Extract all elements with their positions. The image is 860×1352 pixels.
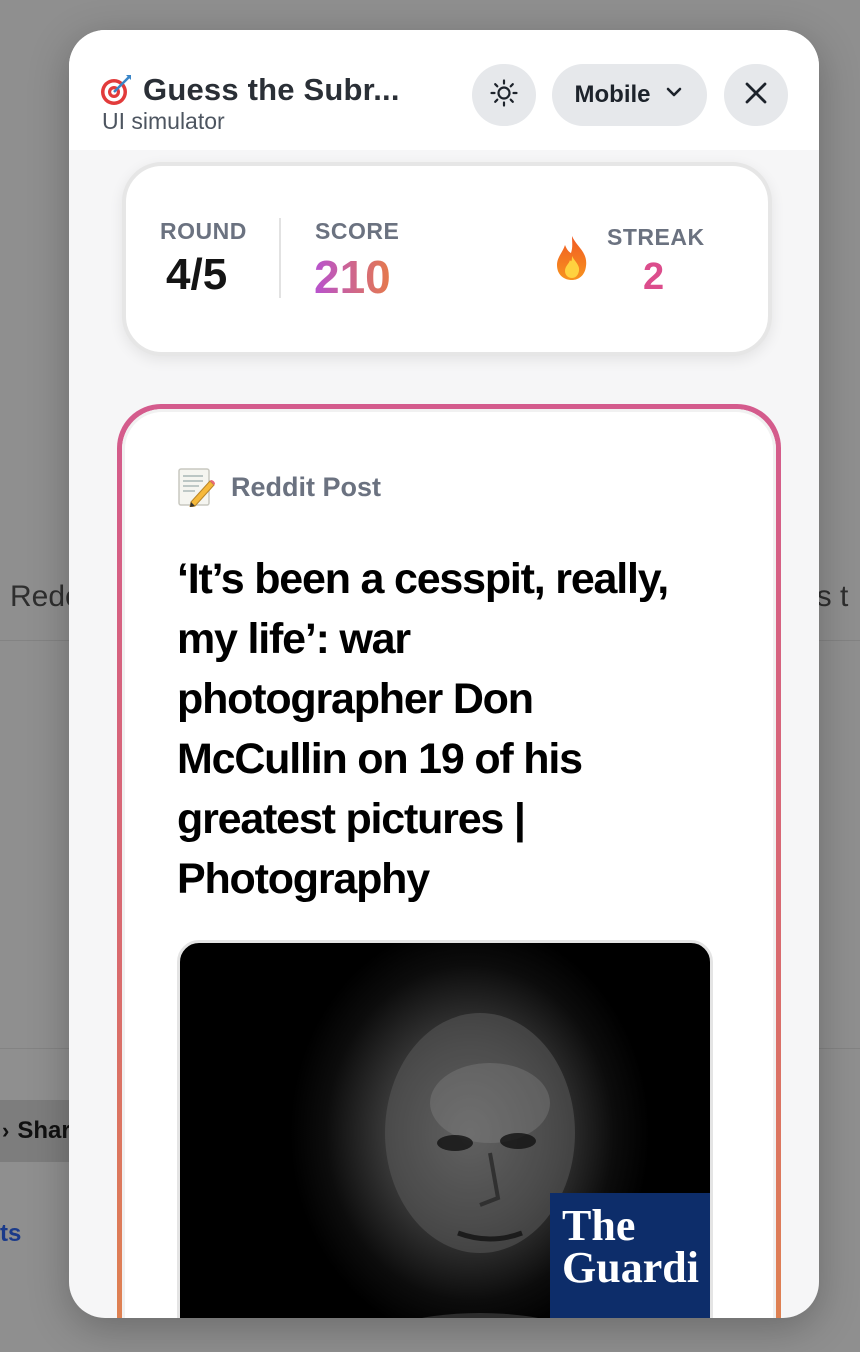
share-label: Shar [17,1117,71,1144]
sun-icon [489,78,519,113]
memo-icon [177,467,215,508]
streak-value: 2 [643,256,665,298]
simulator-modal: Guess the Subr... UI simulator Mobile RO… [69,30,819,1318]
stats-card: ROUND 4/5 SCORE 210 STREAK 2 [122,162,772,356]
close-icon [743,80,769,111]
title-row: Guess the Subr... [99,72,400,108]
modal-header: Guess the Subr... UI simulator Mobile [69,30,819,150]
score-label: SCORE [315,218,400,244]
streak-label: STREAK [607,224,705,250]
stats-divider [279,218,281,298]
dart-target-icon [99,73,133,107]
post-card-inner: Reddit Post ‘It’s been a cesspit, really… [122,409,776,1318]
device-select-value: Mobile [574,81,651,108]
background-link: ts [0,1220,22,1247]
post-image: The Guardi [177,940,713,1318]
round-value: 4/5 [166,250,228,299]
theme-toggle-button[interactable] [472,64,536,126]
round-label: ROUND [160,218,247,244]
fire-icon [552,234,592,282]
post-type-label: Reddit Post [231,471,382,502]
guardian-logo: The Guardi [550,1193,710,1318]
modal-title: Guess the Subr... [143,72,400,107]
chevron-down-icon [663,81,685,110]
post-type: Reddit Post [177,467,382,508]
device-select[interactable]: Mobile [552,64,707,126]
simulator-content[interactable]: ROUND 4/5 SCORE 210 STREAK 2 Reddit Post… [69,150,819,1318]
close-button[interactable] [724,64,788,126]
score-value: 210 [314,251,391,303]
modal-subtitle: UI simulator [102,108,225,134]
post-title: ‘It’s been a cesspit, really, my life’: … [177,555,669,903]
post-card: Reddit Post ‘It’s been a cesspit, really… [117,404,781,1318]
chevron-right-icon: › [2,1118,10,1143]
